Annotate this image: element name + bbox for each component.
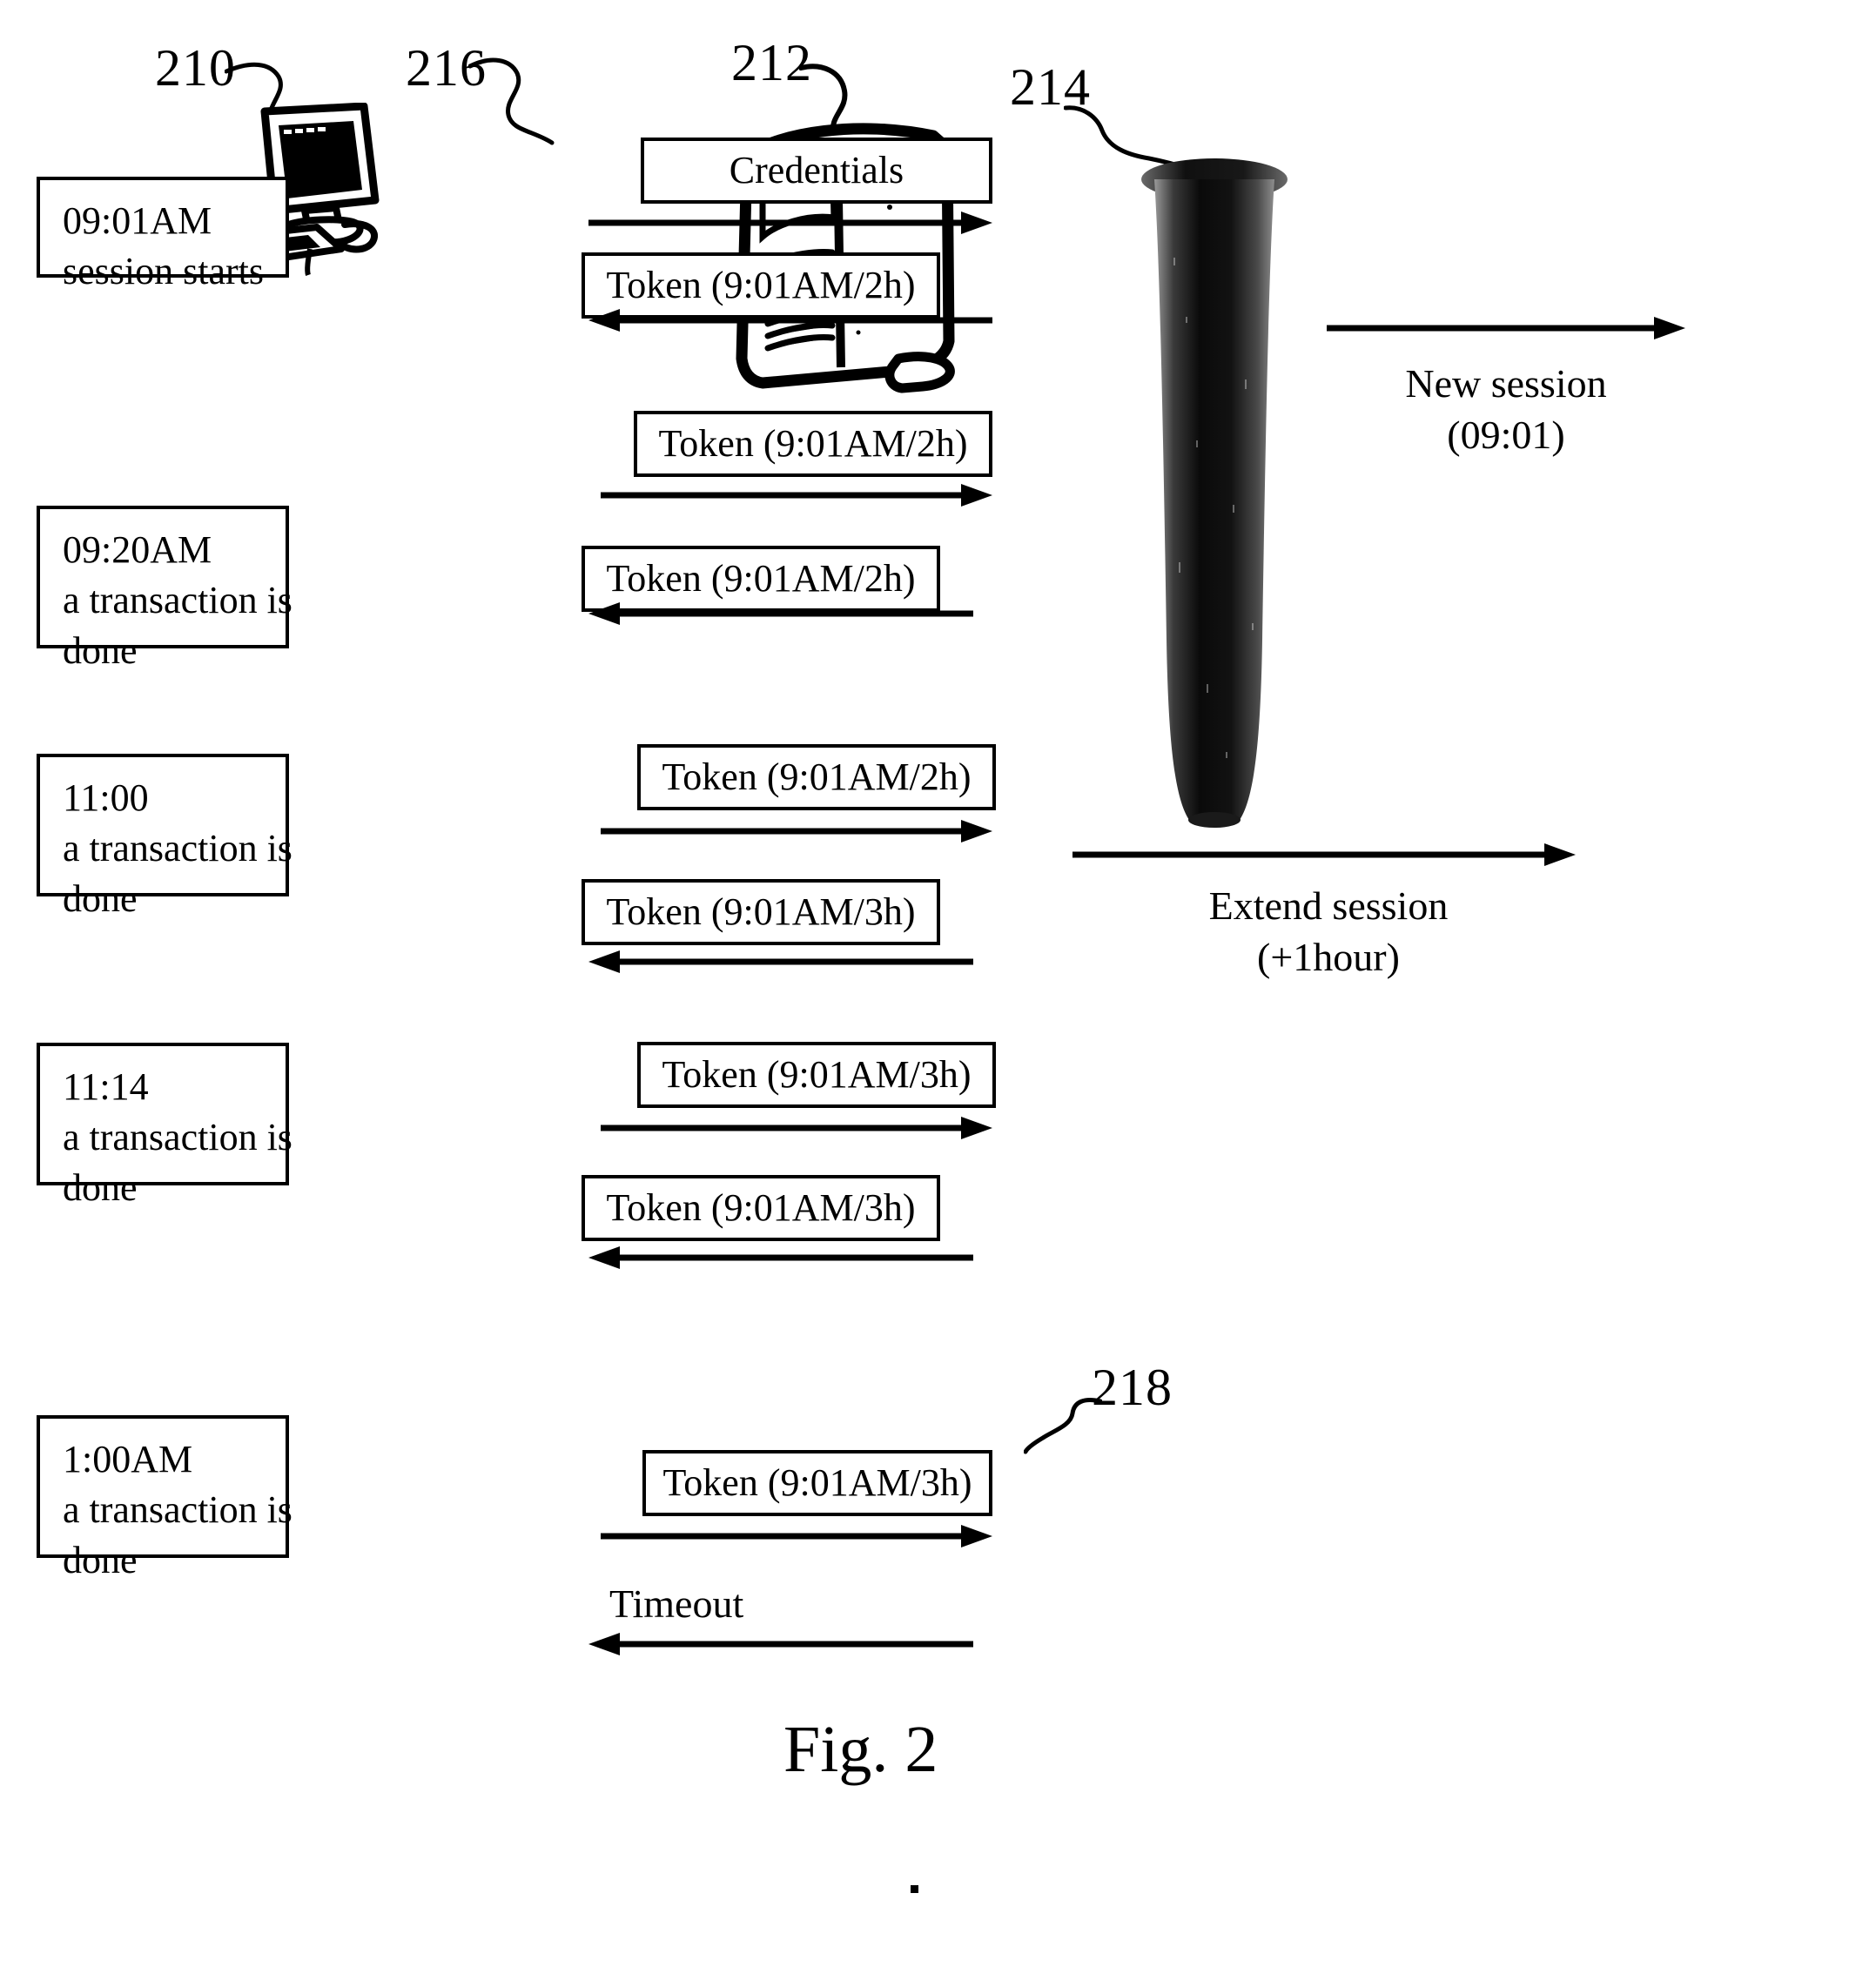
arrow-final-token-to-server [601,1525,992,1547]
arrow-token-to-client-3 [588,950,973,973]
arrow-token-to-server-2 [601,484,992,507]
event-time: 1:00AM [63,1438,193,1480]
arrow-token-to-client-2 [588,602,973,625]
message-box-token-2h-request-3: Token (9:01AM/2h) [637,744,996,810]
leader-line-216 [468,54,582,150]
extend-session-line-2: (+1hour) [1257,934,1400,979]
message-label: Token (9:01AM/3h) [662,1461,972,1504]
event-box-transaction-1114: 11:14 a transaction is done [37,1043,292,1209]
arrow-token-to-client-1 [588,309,992,332]
message-label: Token (9:01AM/3h) [606,890,916,933]
message-label: Token (9:01AM/2h) [658,422,968,465]
message-box-token-3h-request-2: Token (9:01AM/3h) [637,1042,996,1108]
event-time: 11:00 [63,776,149,819]
event-box-session-start: 09:01AM session starts [37,177,289,292]
event-time: 09:01AM [63,199,212,242]
leader-line-218 [1024,1396,1102,1457]
event-detail-line-1: a transaction is [63,1488,292,1532]
message-box-token-3h-response-2: Token (9:01AM/3h) [582,1175,940,1241]
message-label: Token (9:01AM/2h) [606,264,916,306]
event-box-transaction-0100: 1:00AM a transaction is done [37,1415,292,1581]
new-session-label: New session (09:01) [1367,359,1645,461]
message-box-token-2h-request-2: Token (9:01AM/2h) [634,411,992,477]
event-detail-line-1: a transaction is [63,827,292,870]
event-detail-line-1: a transaction is [63,579,292,622]
message-box-final-token-3h: Token (9:01AM/3h) [642,1450,992,1516]
message-box-credentials: Credentials [641,138,992,204]
event-detail-line-2: done [63,1166,138,1210]
event-time: 11:14 [63,1065,149,1108]
message-label: Token (9:01AM/3h) [662,1053,972,1096]
arrow-credentials-to-server [588,211,992,234]
reference-numeral-218: 218 [1092,1359,1173,1416]
database-cylinder-icon [1140,153,1288,849]
message-label: Token (9:01AM/3h) [606,1186,916,1229]
extend-session-label: Extend session (+1hour) [1086,881,1570,984]
extend-session-line-1: Extend session [1208,883,1449,928]
arrow-token-to-client-4 [588,1246,973,1269]
event-box-transaction-1100: 11:00 a transaction is done [37,754,292,920]
message-label: Token (9:01AM/2h) [662,755,972,798]
message-label: Token (9:01AM/2h) [606,557,916,600]
event-detail-line-2: done [63,1539,138,1582]
message-box-token-3h-response-1: Token (9:01AM/3h) [582,879,940,945]
event-box-transaction-0920: 09:20AM a transaction is done [37,506,292,672]
patent-figure-canvas: 210 216 212 214 09:01AM session starts 0… [0,0,1876,1967]
message-label: Credentials [729,149,904,191]
arrow-extend-session [1072,843,1576,866]
event-detail-line-1: a transaction is [63,1116,292,1159]
timeout-label: Timeout [609,1581,744,1626]
arrow-timeout-to-client [588,1633,973,1655]
event-detail-line-1: session starts [63,250,264,293]
arrow-new-session [1327,317,1685,339]
event-detail-line-2: done [63,877,138,921]
figure-caption: Fig. 2 [783,1713,938,1786]
arrow-token-to-server-3 [601,820,992,843]
arrow-token-to-server-4 [601,1117,992,1139]
scan-artifact-speck [911,1885,918,1893]
new-session-line-2: (09:01) [1447,412,1565,457]
event-detail-line-2: done [63,629,138,673]
new-session-line-1: New session [1405,361,1607,406]
event-time: 09:20AM [63,528,212,571]
